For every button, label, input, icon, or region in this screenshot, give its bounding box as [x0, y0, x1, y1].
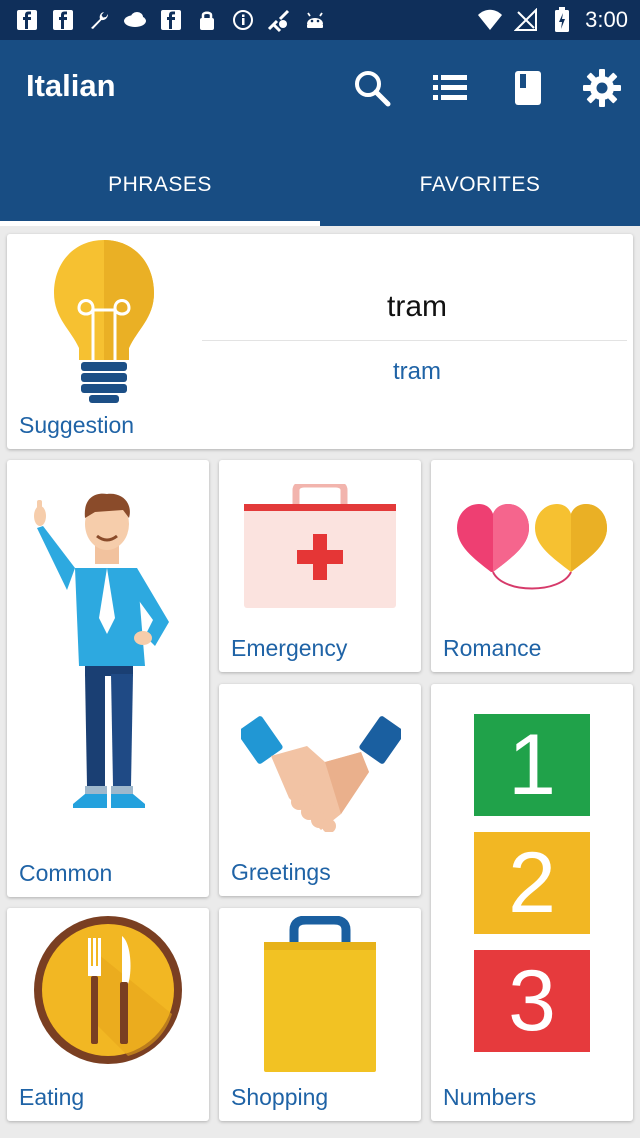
suggestion-translation: tram [393, 358, 441, 385]
facebook-icon [158, 7, 184, 33]
page-title: Italian [26, 68, 116, 103]
tab-phrases-label: PHRASES [108, 173, 212, 196]
number-block-3: 3 [474, 950, 590, 1052]
search-icon [355, 71, 391, 107]
shopping-bag-icon [264, 916, 376, 1072]
category-greetings[interactable]: Greetings [219, 684, 421, 896]
tab-phrases[interactable]: PHRASES [0, 150, 320, 220]
gear-icon [583, 69, 621, 107]
category-label: Common [19, 860, 113, 886]
fork-knife-icon [34, 916, 182, 1064]
category-romance[interactable]: Romance [431, 460, 633, 672]
category-label: Shopping [231, 1084, 329, 1110]
lightbulb-icon [54, 240, 154, 403]
list-button[interactable] [428, 66, 472, 110]
tab-favorites[interactable]: FAVORITES [320, 150, 640, 220]
number-block-2: 2 [474, 832, 590, 934]
category-shopping[interactable]: Shopping [219, 908, 421, 1121]
android-icon [302, 7, 328, 33]
signal-icon [513, 7, 539, 33]
divider [202, 340, 627, 341]
category-emergency[interactable]: Emergency [219, 460, 421, 672]
clock-time: 3:00 [585, 7, 628, 32]
settings-button[interactable] [580, 66, 624, 110]
hearts-balloons-icon [457, 504, 607, 590]
book-icon [515, 71, 541, 105]
search-button[interactable] [350, 66, 394, 110]
status-bar-system: 3:00 [477, 6, 628, 34]
lock-icon [194, 7, 220, 33]
suggestion-label: Suggestion [19, 412, 135, 438]
wifi-icon [477, 7, 503, 33]
category-label: Eating [19, 1084, 85, 1110]
category-label: Numbers [443, 1084, 537, 1110]
info-icon [230, 7, 256, 33]
category-common[interactable]: Common [7, 460, 209, 897]
facebook-icon [50, 7, 76, 33]
tab-indicator [0, 221, 320, 226]
suggestion-word: tram [387, 290, 447, 323]
first-aid-kit-icon [244, 484, 396, 608]
app-bar: Italian PHRASES FAVORITES [0, 40, 640, 226]
facebook-icon [14, 7, 40, 33]
cloud-icon [122, 7, 148, 33]
tab-favorites-label: FAVORITES [419, 173, 541, 196]
person-illustration [34, 493, 169, 808]
list-icon [433, 75, 467, 100]
category-numbers[interactable]: 1 2 3 Numbers [431, 684, 633, 1121]
book-button[interactable] [506, 66, 550, 110]
category-label: Emergency [231, 635, 348, 661]
category-label: Romance [443, 635, 542, 661]
handshake-icon [241, 716, 401, 832]
fake-gps-icon [266, 7, 292, 33]
battery-icon [549, 7, 575, 33]
suggestion-card[interactable]: Suggestion tram tram [7, 234, 633, 449]
category-label: Greetings [231, 859, 331, 885]
status-bar: 3:00 [0, 0, 640, 40]
wrench-icon [86, 7, 112, 33]
status-bar-notifications [14, 6, 328, 34]
number-block-1: 1 [474, 714, 590, 816]
category-eating[interactable]: Eating [7, 908, 209, 1121]
